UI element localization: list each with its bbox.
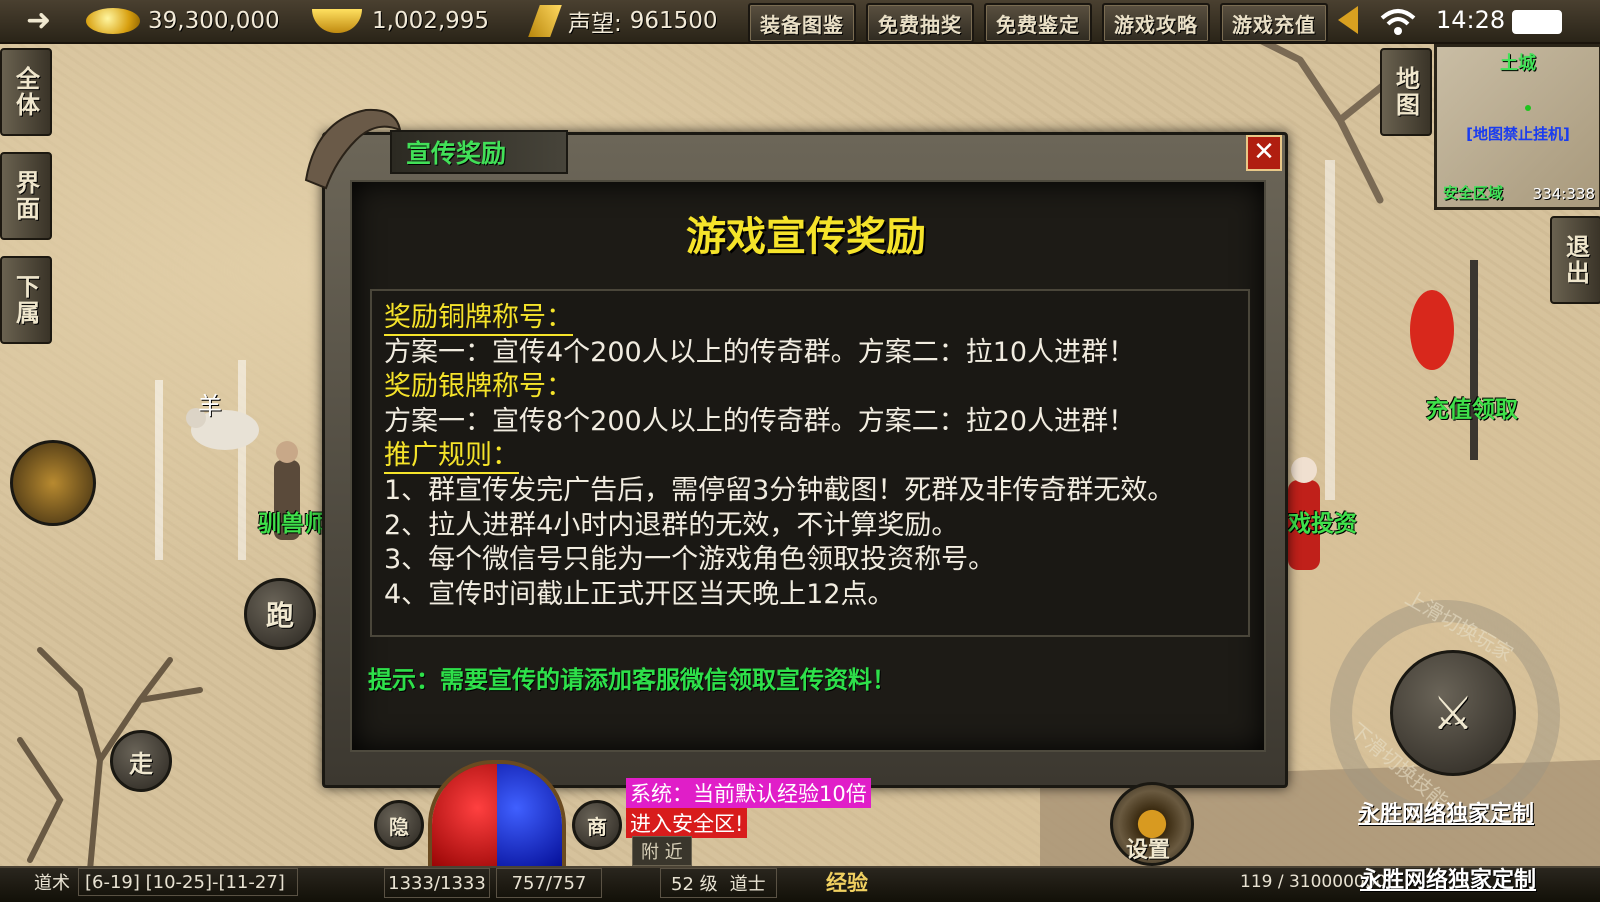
minimap[interactable]: 土城 [地图禁止挂机] 安全区域 334:338 (1434, 44, 1600, 210)
skill-name: 道术 (34, 873, 70, 894)
ingot-amount: 1,002,995 (372, 8, 490, 34)
dialog-tip: 提示：需要宣传的请添加客服微信领取宣传资料！ (368, 666, 896, 694)
gold-counter: 39,300,000 (86, 4, 280, 38)
watermark-text-bottom: 永胜网络独家定制 (1360, 868, 1537, 893)
npc-recharge-claim[interactable]: 充值领取 (1426, 390, 1518, 424)
level-display: 52 级 道士 (660, 868, 777, 898)
map-coordinates: 334:338 (1532, 185, 1595, 203)
silver-title-heading: 奖励银牌称号： (384, 371, 573, 402)
sword-attack-icon[interactable]: ⚔ (1390, 650, 1516, 776)
watermark-text: 永胜网络独家定制 (1358, 802, 1535, 827)
gold-amount: 39,300,000 (148, 8, 280, 34)
sheep-label: 羊 (198, 392, 222, 420)
back-arrow-icon[interactable]: ➜ (26, 6, 56, 36)
collapse-arrow-icon[interactable] (1338, 6, 1358, 34)
tab-interface[interactable]: 界面 (0, 152, 52, 240)
exit-button[interactable]: 退出 (1550, 216, 1600, 304)
skill-damage-values: [6-19] [10-25]-[11-27] (78, 868, 298, 896)
dialog-tab-title: 宣传奖励 (390, 130, 568, 174)
hp-half (432, 764, 497, 874)
level-value: 52 级 (671, 874, 718, 895)
game-recharge-button[interactable]: 游戏充值 (1220, 3, 1328, 43)
player-position-marker (1525, 105, 1531, 111)
gold-coins-icon (86, 8, 140, 34)
hide-button[interactable]: 隐 (374, 800, 424, 850)
tab-all-chat[interactable]: 全体 (0, 48, 52, 136)
npc-game-investment[interactable]: 戏投资 (1288, 504, 1357, 538)
dialog-heading: 游戏宣传奖励 (686, 214, 926, 260)
ingot-counter: 1,002,995 (312, 4, 489, 38)
game-guide-button[interactable]: 游戏攻略 (1102, 3, 1210, 43)
gold-ingot-icon (312, 9, 362, 33)
guild-dragon-medallion-icon[interactable] (10, 440, 96, 526)
reputation-feather-icon (528, 5, 562, 37)
rule-item: 1、群宣传发完广告后，需停留3分钟截图！死群及非传奇群无效。 (384, 475, 1175, 506)
minimap-area-name: 土城 (1500, 53, 1536, 74)
reputation-value: 961500 (629, 8, 718, 34)
equipment-catalog-button[interactable]: 装备图鉴 (748, 3, 856, 43)
system-message: 系统：当前默认经验10倍 (626, 778, 871, 808)
class-value: 道士 (729, 874, 766, 895)
settings-label: 设置 (1126, 838, 1171, 863)
reputation-label: 声望: (568, 11, 622, 37)
shop-button[interactable]: 商 (572, 800, 622, 850)
walk-button[interactable]: 走 (110, 730, 172, 792)
reputation-counter: 声望: 961500 (528, 4, 718, 38)
battery-icon (1512, 10, 1562, 34)
chat-channel-nearby[interactable]: 附 近 (632, 836, 692, 866)
free-lottery-button[interactable]: 免费抽奖 (866, 3, 974, 43)
rule-item: 4、宣传时间截止正式开区当天晚上12点。 (384, 579, 895, 610)
safe-zone-label: 安全区域 (1443, 184, 1504, 202)
safe-zone-message: 进入安全区! (626, 808, 748, 838)
map-button[interactable]: 地图 (1380, 48, 1432, 136)
tab-subordinate[interactable]: 下属 (0, 256, 52, 344)
run-button[interactable]: 跑 (244, 578, 316, 650)
exp-label: 经验 (826, 871, 868, 895)
npc-beast-tamer[interactable]: 驯兽师 (258, 504, 327, 538)
hp-mp-orb (428, 760, 566, 878)
rule-item: 3、每个微信号只能为一个游戏角色领取投资称号。 (384, 544, 996, 575)
clock-time: 14:28 (1436, 6, 1506, 34)
wifi-icon (1380, 9, 1416, 35)
mp-value: 757/757 (496, 868, 602, 898)
minimap-idle-notice: [地图禁止挂机] (1466, 125, 1570, 143)
mp-half (497, 764, 562, 874)
close-icon[interactable]: ✕ (1246, 135, 1282, 171)
free-appraisal-button[interactable]: 免费鉴定 (984, 3, 1092, 43)
hp-value: 1333/1333 (384, 868, 490, 898)
